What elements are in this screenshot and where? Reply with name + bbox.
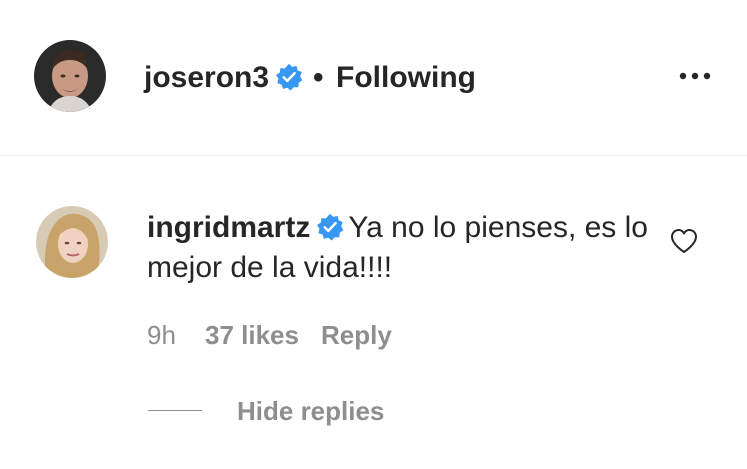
post-author-username[interactable]: joseron3	[144, 58, 269, 98]
avatar-photo-icon	[34, 40, 106, 112]
profile-avatar[interactable]	[34, 40, 106, 112]
post-header: joseron3 • Following	[0, 0, 747, 156]
comment-body: ingridmartz Ya no lo pienses, es lo mejo…	[147, 208, 657, 288]
verified-badge-icon	[317, 213, 344, 241]
comment-author-avatar[interactable]	[36, 206, 108, 278]
heart-outline-icon[interactable]	[670, 228, 698, 254]
comment-author-username[interactable]: ingridmartz	[147, 211, 310, 244]
comment-timestamp[interactable]: 9h	[147, 317, 176, 353]
avatar-photo-icon	[36, 206, 108, 278]
header-divider	[0, 155, 747, 156]
separator-dot: •	[313, 61, 324, 94]
more-options-icon[interactable]	[678, 70, 712, 82]
replies-divider-line	[148, 410, 202, 411]
reply-button[interactable]: Reply	[321, 317, 392, 353]
comment-likes-count[interactable]: 37 likes	[205, 317, 299, 353]
verified-badge-icon	[275, 63, 303, 91]
following-button[interactable]: Following	[336, 58, 476, 98]
hide-replies-button[interactable]: Hide replies	[237, 393, 384, 429]
